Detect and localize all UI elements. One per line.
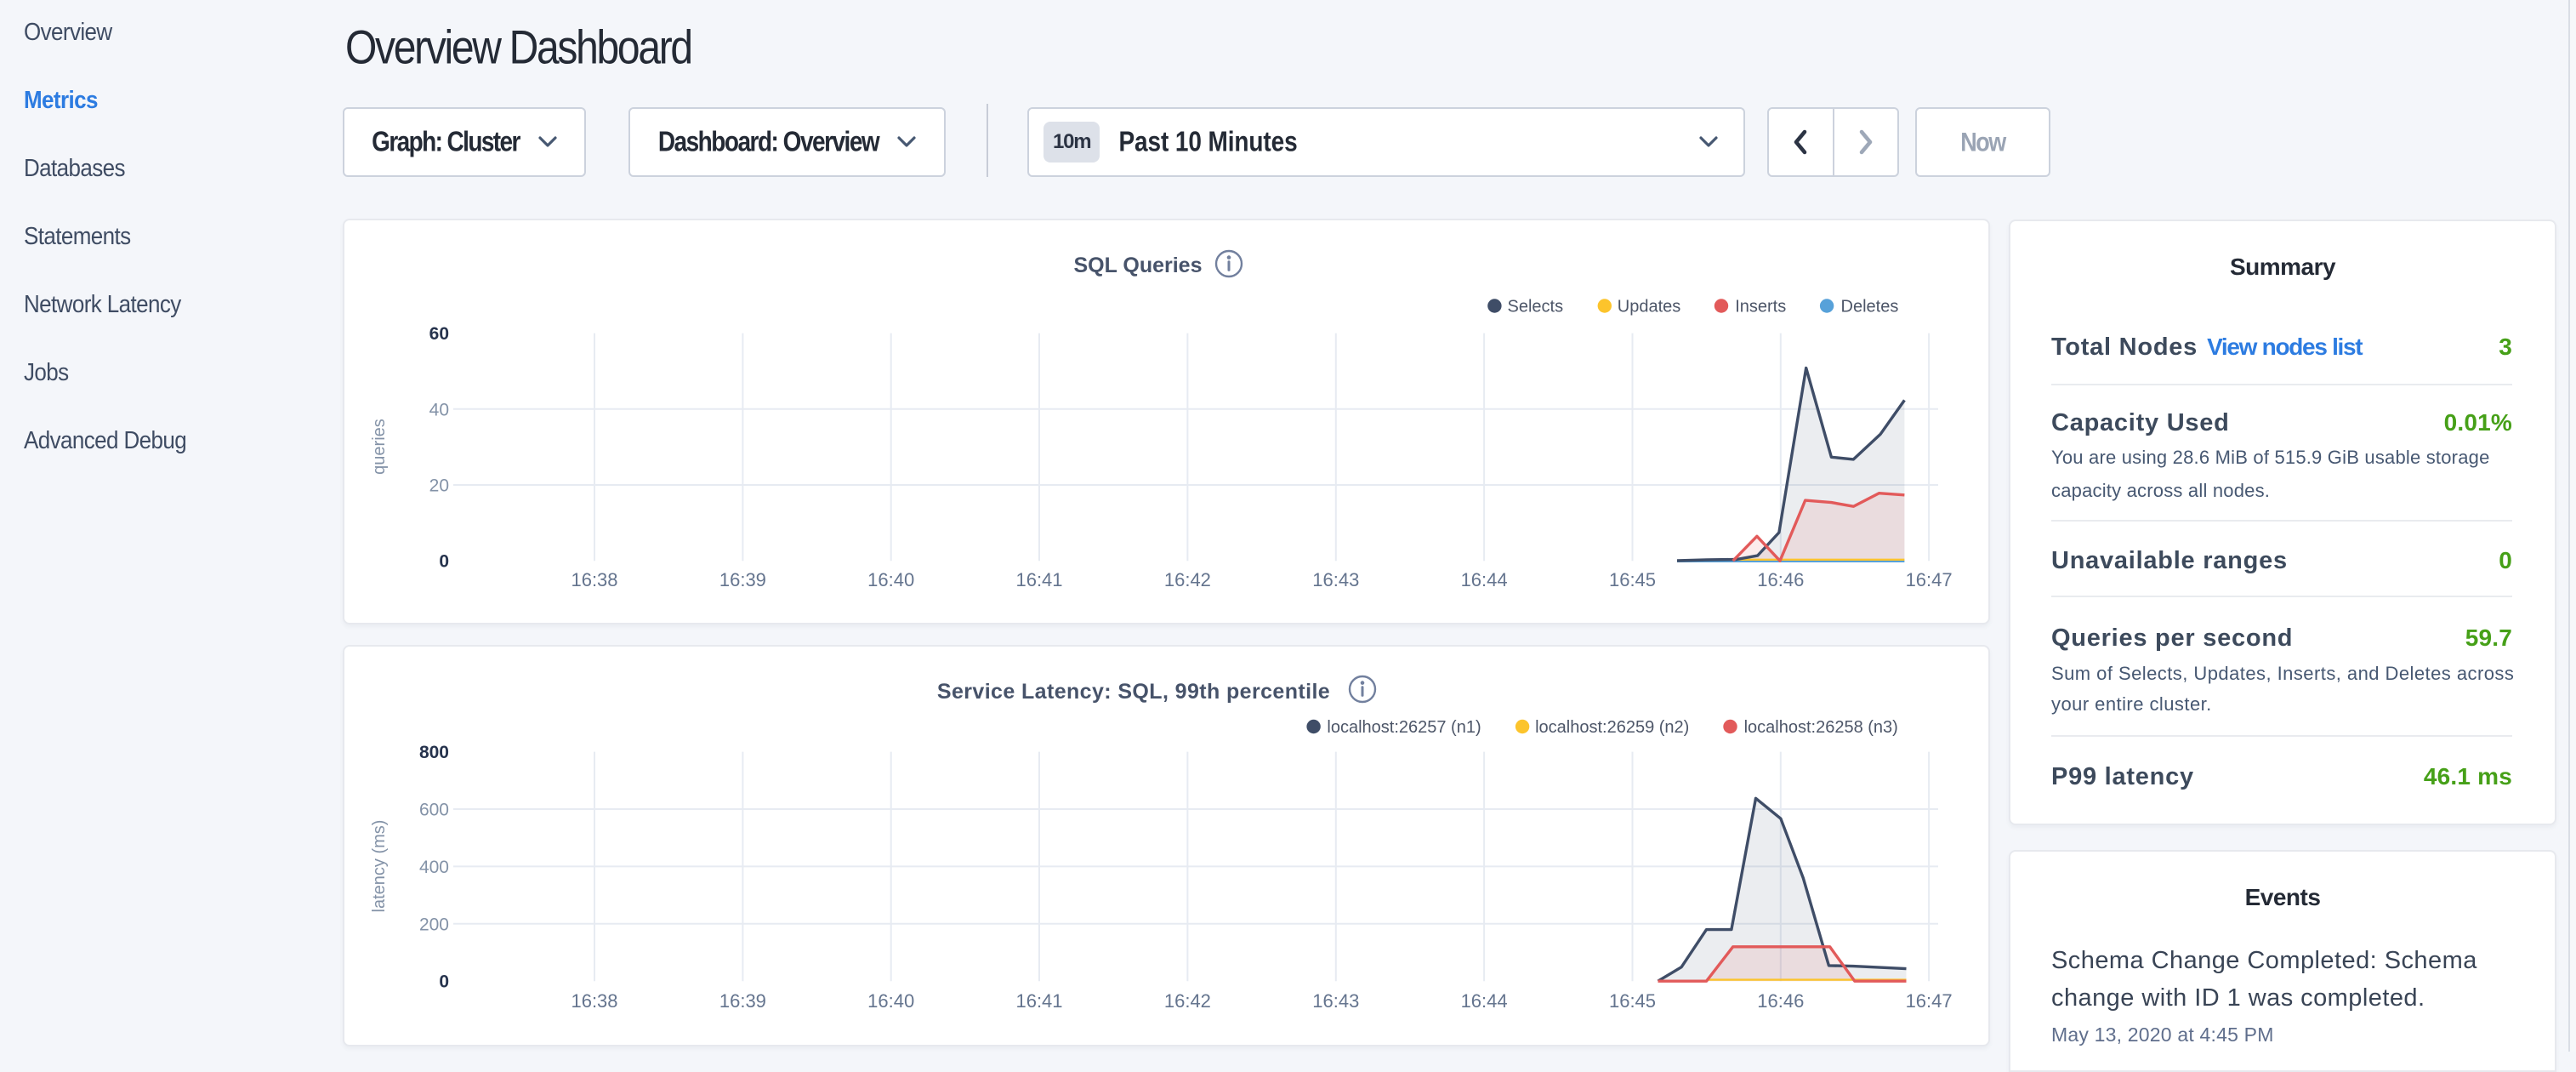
svg-text:latency (ms): latency (ms) xyxy=(370,820,389,913)
svg-text:60: 60 xyxy=(429,324,449,344)
svg-text:40: 40 xyxy=(429,400,449,419)
svg-text:16:41: 16:41 xyxy=(1015,569,1062,590)
svg-text:localhost:26259 (n2): localhost:26259 (n2) xyxy=(1535,718,1689,737)
svg-text:16:45: 16:45 xyxy=(1609,990,1656,1012)
svg-text:16:47: 16:47 xyxy=(1906,990,1953,1012)
svg-text:Inserts: Inserts xyxy=(1735,298,1786,316)
svg-text:0: 0 xyxy=(439,972,449,992)
svg-text:16:40: 16:40 xyxy=(867,990,914,1012)
svg-text:16:46: 16:46 xyxy=(1757,990,1804,1012)
svg-text:16:45: 16:45 xyxy=(1609,569,1656,590)
svg-text:0: 0 xyxy=(439,552,449,572)
svg-text:localhost:26258 (n3): localhost:26258 (n3) xyxy=(1744,718,1898,737)
svg-text:Updates: Updates xyxy=(1618,298,1681,316)
svg-text:400: 400 xyxy=(419,858,449,877)
svg-text:16:39: 16:39 xyxy=(719,569,766,590)
svg-text:16:39: 16:39 xyxy=(719,990,766,1012)
svg-text:800: 800 xyxy=(419,743,449,762)
svg-text:16:40: 16:40 xyxy=(867,569,914,590)
svg-text:16:46: 16:46 xyxy=(1757,569,1804,590)
svg-text:16:44: 16:44 xyxy=(1461,990,1508,1012)
svg-text:16:44: 16:44 xyxy=(1461,569,1508,590)
svg-text:Deletes: Deletes xyxy=(1841,298,1899,316)
svg-text:16:38: 16:38 xyxy=(571,569,617,590)
svg-text:Service Latency: SQL, 99th per: Service Latency: SQL, 99th percentile xyxy=(937,680,1330,704)
svg-text:queries: queries xyxy=(370,419,389,475)
svg-text:200: 200 xyxy=(419,915,449,934)
svg-text:16:43: 16:43 xyxy=(1312,569,1359,590)
svg-text:localhost:26257 (n1): localhost:26257 (n1) xyxy=(1327,718,1481,737)
svg-text:16:43: 16:43 xyxy=(1312,990,1359,1012)
svg-text:Selects: Selects xyxy=(1508,298,1564,316)
svg-text:16:38: 16:38 xyxy=(571,990,617,1012)
svg-text:SQL Queries: SQL Queries xyxy=(1074,254,1203,277)
svg-text:16:47: 16:47 xyxy=(1906,569,1953,590)
svg-text:20: 20 xyxy=(429,476,449,496)
svg-text:16:42: 16:42 xyxy=(1164,990,1211,1012)
svg-text:600: 600 xyxy=(419,801,449,820)
svg-text:16:42: 16:42 xyxy=(1164,569,1211,590)
svg-text:16:41: 16:41 xyxy=(1015,990,1062,1012)
